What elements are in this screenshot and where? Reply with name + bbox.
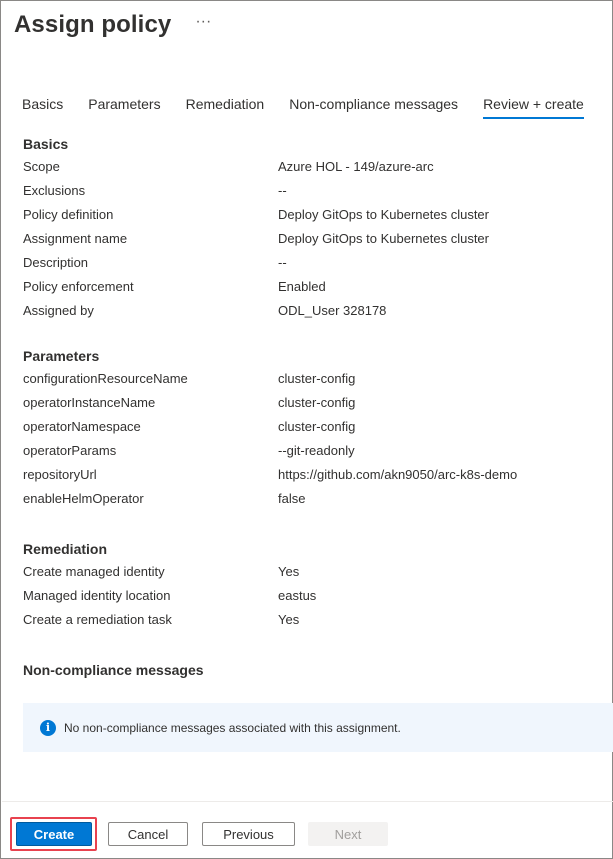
row-value: Yes — [278, 612, 300, 627]
summary-row-repository-url: repositoryUrl https://github.com/akn9050… — [23, 467, 603, 491]
non-compliance-section: Non-compliance messages — [23, 661, 603, 685]
row-value: false — [278, 491, 306, 506]
row-label: Create managed identity — [23, 564, 165, 579]
row-value: -- — [278, 255, 287, 270]
row-label: operatorInstanceName — [23, 395, 156, 410]
summary-row-create-remediation-task: Create a remediation task Yes — [23, 612, 603, 636]
row-value: Azure HOL - 149/azure-arc — [278, 159, 434, 174]
row-label: operatorParams — [23, 443, 117, 458]
tab-remediation[interactable]: Remediation — [186, 96, 265, 119]
row-value: Yes — [278, 564, 300, 579]
create-button[interactable]: Create — [16, 822, 92, 846]
summary-row-assignment-name: Assignment name Deploy GitOps to Kuberne… — [23, 231, 603, 255]
cancel-button[interactable]: Cancel — [108, 822, 188, 846]
assign-policy-blade: Assign policy ··· Basics Parameters Reme… — [0, 0, 613, 859]
row-value: -- — [278, 183, 287, 198]
remediation-section: Remediation Create managed identity Yes … — [23, 540, 603, 636]
row-label: configurationResourceName — [23, 371, 188, 386]
row-label: Managed identity location — [23, 588, 171, 603]
previous-button[interactable]: Previous — [202, 822, 295, 846]
section-title-non-compliance-messages: Non-compliance messages — [23, 662, 204, 678]
summary-row-create-managed-identity: Create managed identity Yes — [23, 564, 603, 588]
row-label: Policy definition — [23, 207, 114, 222]
summary-row-operator-instance-name: operatorInstanceName cluster-config — [23, 395, 603, 419]
row-value: ODL_User 328178 — [278, 303, 387, 318]
row-label: Description — [23, 255, 89, 270]
row-value: --git-readonly — [278, 443, 355, 458]
parameters-section: Parameters configurationResourceName clu… — [23, 347, 603, 515]
summary-row-operator-params: operatorParams --git-readonly — [23, 443, 603, 467]
row-value: cluster-config — [278, 419, 356, 434]
summary-row-configuration-resource-name: configurationResourceName cluster-config — [23, 371, 603, 395]
summary-row-operator-namespace: operatorNamespace cluster-config — [23, 419, 603, 443]
more-options-icon[interactable]: ··· — [195, 14, 211, 36]
row-label: Create a remediation task — [23, 612, 172, 627]
summary-row-scope: Scope Azure HOL - 149/azure-arc — [23, 159, 603, 183]
row-value: cluster-config — [278, 371, 356, 386]
info-icon: i — [40, 719, 56, 736]
next-button[interactable]: Next — [308, 822, 388, 846]
row-value: Enabled — [278, 279, 326, 294]
wizard-tabs: Basics Parameters Remediation Non-compli… — [22, 96, 584, 119]
info-message-text: No non-compliance messages associated wi… — [64, 720, 401, 735]
header: Assign policy ··· — [14, 11, 211, 39]
row-value: https://github.com/akn9050/arc-k8s-demo — [278, 467, 518, 482]
footer-divider — [2, 801, 613, 802]
row-label: enableHelmOperator — [23, 491, 144, 506]
tab-parameters[interactable]: Parameters — [88, 96, 160, 119]
row-label: Exclusions — [23, 183, 86, 198]
summary-row-policy-definition: Policy definition Deploy GitOps to Kuber… — [23, 207, 603, 231]
row-label: Assigned by — [23, 303, 94, 318]
info-message-bar: i No non-compliance messages associated … — [23, 703, 613, 752]
row-value: Deploy GitOps to Kubernetes cluster — [278, 231, 489, 246]
basics-section: Basics Scope Azure HOL - 149/azure-arc E… — [23, 135, 603, 327]
tab-non-compliance-messages[interactable]: Non-compliance messages — [289, 96, 458, 119]
row-value: Deploy GitOps to Kubernetes cluster — [278, 207, 489, 222]
summary-row-managed-identity-location: Managed identity location eastus — [23, 588, 603, 612]
summary-row-enable-helm-operator: enableHelmOperator false — [23, 491, 603, 515]
row-label: repositoryUrl — [23, 467, 97, 482]
row-label: Policy enforcement — [23, 279, 134, 294]
row-label: Scope — [23, 159, 60, 174]
tab-review-create[interactable]: Review + create — [483, 96, 584, 119]
page-title: Assign policy — [14, 11, 172, 38]
summary-row-assigned-by: Assigned by ODL_User 328178 — [23, 303, 603, 327]
section-title-parameters: Parameters — [23, 348, 100, 364]
section-title-basics: Basics — [23, 136, 69, 152]
summary-row-policy-enforcement: Policy enforcement Enabled — [23, 279, 603, 303]
summary-row-exclusions: Exclusions -- — [23, 183, 603, 207]
section-title-remediation: Remediation — [23, 541, 108, 557]
row-value: cluster-config — [278, 395, 356, 410]
summary-row-description: Description -- — [23, 255, 603, 279]
row-label: operatorNamespace — [23, 419, 141, 434]
row-label: Assignment name — [23, 231, 128, 246]
row-value: eastus — [278, 588, 317, 603]
tab-basics[interactable]: Basics — [22, 96, 63, 119]
